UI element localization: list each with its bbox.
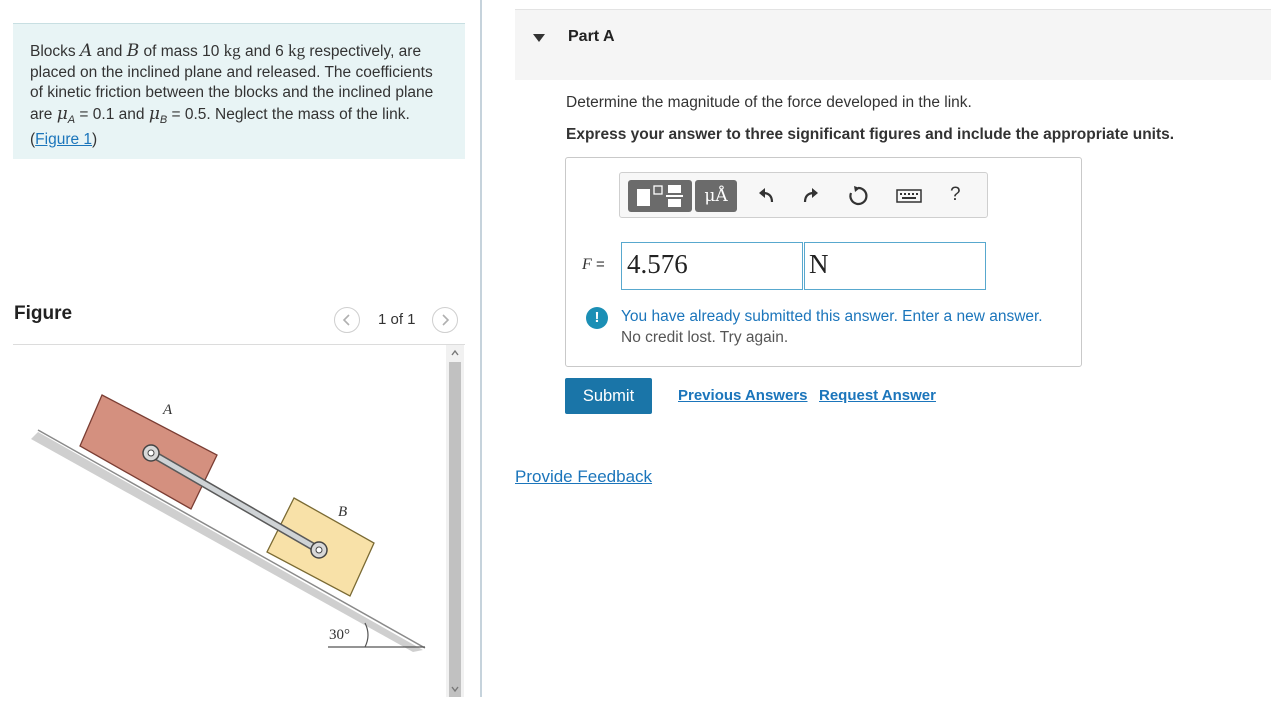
answer-value-input[interactable]: 4.576 xyxy=(621,242,803,290)
scroll-thumb[interactable] xyxy=(449,362,461,697)
undo-icon[interactable] xyxy=(755,185,777,207)
previous-answers-link[interactable]: Previous Answers xyxy=(678,387,808,404)
answer-unit-input[interactable]: N xyxy=(804,242,986,290)
block-a-label: A xyxy=(162,402,173,418)
figure-header: Figure 1 of 1 xyxy=(13,302,465,345)
figure-scrollbar[interactable] xyxy=(446,345,464,697)
templates-icon xyxy=(637,185,683,207)
block-a-symbol: A xyxy=(79,41,93,61)
math-toolbar: μÅ ? xyxy=(619,172,988,218)
angle-label: 30° xyxy=(329,627,350,643)
figure-image: 30° A B xyxy=(13,345,445,697)
problem-statement: Blocks A and B of mass 10 kg and 6 kg re… xyxy=(13,23,465,159)
request-answer-link[interactable]: Request Answer xyxy=(819,387,936,404)
block-b-label: B xyxy=(338,504,347,520)
answer-box: μÅ ? F = 4.576 N ! You have already subm… xyxy=(565,157,1082,367)
chevron-left-icon xyxy=(342,314,350,326)
keyboard-icon[interactable] xyxy=(896,185,922,207)
warning-icon: ! xyxy=(586,307,608,329)
caret-down-icon xyxy=(533,34,545,42)
answer-variable-label: F = xyxy=(582,256,605,273)
part-title: Part A xyxy=(568,28,615,45)
units-button[interactable]: μÅ xyxy=(695,180,737,212)
templates-button[interactable] xyxy=(628,180,692,212)
figure-page-count: 1 of 1 xyxy=(378,311,416,328)
scroll-up-icon[interactable] xyxy=(450,348,460,358)
instruction-text: Express your answer to three significant… xyxy=(566,126,1175,143)
scroll-down-icon[interactable] xyxy=(450,684,460,694)
chevron-right-icon xyxy=(442,314,450,326)
submit-button[interactable]: Submit xyxy=(565,378,652,414)
help-button[interactable]: ? xyxy=(950,184,961,206)
figure-link[interactable]: Figure 1 xyxy=(35,131,92,148)
warning-message: You have already submitted this answer. … xyxy=(621,308,1043,346)
next-figure-button[interactable] xyxy=(432,307,458,333)
block-b-symbol: B xyxy=(126,41,140,61)
part-a-header[interactable]: Part A xyxy=(515,9,1271,80)
provide-feedback-link[interactable]: Provide Feedback xyxy=(515,467,652,487)
figure-title: Figure xyxy=(14,303,73,324)
reset-icon[interactable] xyxy=(847,185,869,207)
prev-figure-button[interactable] xyxy=(334,307,360,333)
question-text: Determine the magnitude of the force dev… xyxy=(566,94,972,111)
column-divider xyxy=(480,0,482,697)
redo-icon[interactable] xyxy=(800,185,822,207)
